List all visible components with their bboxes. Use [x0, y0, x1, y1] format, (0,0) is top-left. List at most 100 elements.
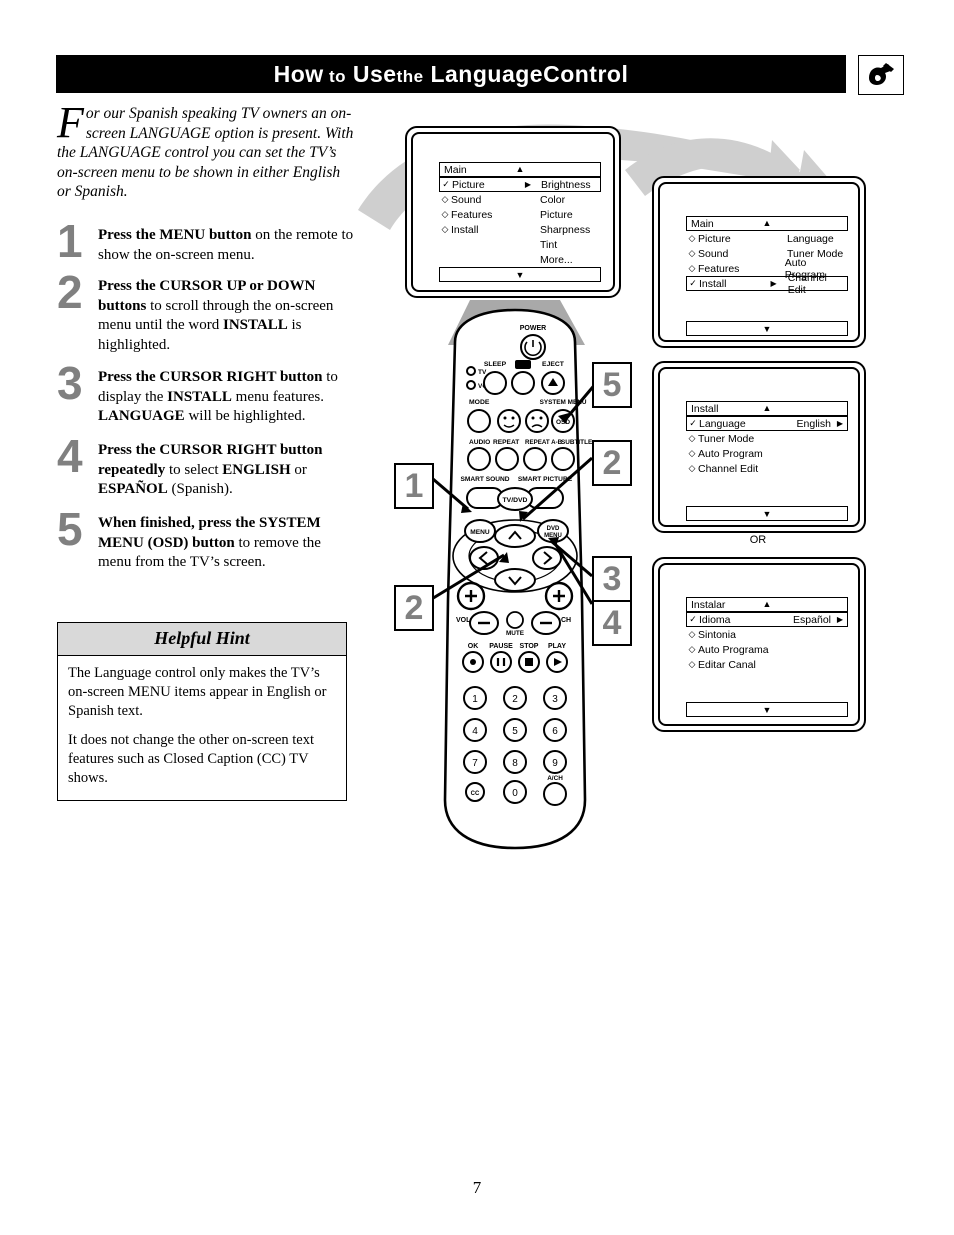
tv-screen-install-english: Install ▲ ✓ Language English ▶ ◇ Tuner M…: [652, 361, 866, 533]
osd-header-bar: Install ▲: [686, 401, 848, 416]
osd-rows: ✓ Language English ▶ ◇ Tuner Mode ◇ Auto…: [686, 416, 848, 476]
remote-label-subtitle: SUBTITLE: [561, 439, 593, 446]
osd-row[interactable]: ◇ Install Sharpness: [439, 222, 601, 237]
osd-row[interactable]: ◇ Sintonia: [686, 627, 848, 642]
osd-row[interactable]: ◇ Sound Color: [439, 192, 601, 207]
osd-row-right: Sharpness: [540, 223, 591, 236]
osd-footer-bar: ▼: [686, 702, 848, 717]
osd-row[interactable]: ◇ Tuner Mode: [686, 431, 848, 446]
osd-footer-bar: ▼: [686, 321, 848, 336]
pause-button: [490, 651, 512, 673]
instruction-steps: 1 Press the MENU button on the remote to…: [57, 218, 357, 587]
remote-label-osd: OSD: [556, 419, 570, 426]
step-number: 2: [57, 266, 83, 318]
cursor-left-button: [469, 546, 499, 570]
diamond-icon: ◇: [441, 209, 449, 219]
stop-icon: [525, 658, 533, 666]
osd-header-label: Install: [691, 402, 719, 415]
osd-row-left: ◇ Sound: [439, 194, 534, 206]
osd-row[interactable]: Tint: [439, 237, 601, 252]
osd-row-label: Sintonia: [698, 628, 736, 641]
step-text: Press the MENU button on the remote to s…: [98, 227, 354, 263]
repeat-ab-button-2: [523, 447, 547, 471]
step-item: 2 Press the CURSOR UP or DOWN buttons to…: [57, 269, 357, 357]
osd-row-left: ✓ Install ▶: [687, 278, 781, 290]
osd-row-left: ◇ Features: [439, 209, 534, 221]
page-title-word-0: How: [273, 60, 324, 87]
diamond-icon: ◇: [688, 644, 696, 654]
helpful-hint-box: Helpful Hint The Language control only m…: [57, 622, 347, 801]
helpful-hint-body: The Language control only makes the TV’s…: [58, 656, 346, 800]
osd-overlay: Main ▲ ◇ Picture Language ◇ Sound Tuner: [686, 216, 848, 336]
osd-row[interactable]: ◇ Auto Program: [686, 446, 848, 461]
remote-label-audio: AUDIO: [469, 439, 490, 446]
keypad-label-2: 2: [512, 694, 518, 705]
step-item: 3 Press the CURSOR RIGHT button to displ…: [57, 360, 357, 430]
step-number: 1: [57, 215, 83, 267]
page-title-word-4: Language: [430, 60, 544, 87]
diamond-icon: ◇: [688, 433, 696, 443]
osd-row[interactable]: ✓ Picture ▶ Brightness: [439, 177, 601, 192]
repeat-button-2: [495, 447, 519, 471]
osd-footer-bar: ▼: [439, 267, 601, 282]
brand-logo: [858, 55, 904, 95]
keypad-label-5: 5: [512, 726, 518, 737]
tv-led-icon: [466, 366, 476, 376]
remote-label-smart-sound: SMART SOUND: [460, 476, 509, 483]
osd-header-bar: Main ▲: [439, 162, 601, 177]
osd-row-label: Picture: [698, 232, 731, 245]
osd-row-label: Idioma: [699, 613, 731, 626]
osd-row[interactable]: ◇ Features Picture: [439, 207, 601, 222]
audio-button: [467, 447, 491, 471]
keypad-label-3: 3: [552, 694, 558, 705]
vcr-led-icon: [466, 380, 476, 390]
keypad-label-8: 8: [512, 758, 518, 769]
remote-label-ch: CH: [561, 617, 571, 624]
tv-screen-main-picture: Main ▲ ✓ Picture ▶ Brightness ◇ Sound Co…: [405, 126, 621, 298]
or-divider: OR: [652, 534, 864, 546]
remote-label-system-menu: SYSTEM MENU: [540, 399, 587, 406]
callout-label: 4: [602, 603, 622, 642]
display-button: [511, 371, 535, 395]
osd-row[interactable]: ✓ Idioma Español ▶: [686, 612, 848, 627]
remote-label-a-ch: A/CH: [547, 775, 563, 782]
step-number: 5: [57, 503, 83, 555]
hint-title-word-0: Helpful: [154, 628, 212, 648]
osd-row-left: ◇ Picture: [686, 233, 781, 245]
display-icon: [515, 360, 531, 369]
remote-label-sleep: SLEEP: [484, 361, 507, 368]
osd-row[interactable]: More...: [439, 252, 601, 267]
step-number: 3: [57, 357, 83, 409]
chevron-right-icon: ▶: [770, 278, 777, 288]
osd-row[interactable]: ◇ Channel Edit: [686, 461, 848, 476]
intro-dropcap: F: [57, 98, 84, 147]
callout-2-right: 2: [592, 440, 632, 486]
osd-row[interactable]: ◇ Auto Programa: [686, 642, 848, 657]
step-text: When finished, press the SYSTEM MENU (OS…: [98, 515, 321, 570]
diamond-icon: ◇: [688, 263, 696, 273]
philips-hook-logo-icon: [866, 62, 896, 88]
osd-header-bar: Main ▲: [686, 216, 848, 231]
repeat-button: [497, 409, 521, 433]
tv-bezel-inner: Main ▲ ◇ Picture Language ◇ Sound Tuner: [658, 182, 860, 342]
hint-paragraph: It does not change the other on-screen t…: [68, 732, 315, 786]
tv-bezel-inner: Main ▲ ✓ Picture ▶ Brightness ◇ Sound Co…: [411, 132, 615, 292]
callout-label: 5: [602, 365, 622, 404]
repeat-ab-button: [525, 409, 549, 433]
remote-label-vol: VOL: [456, 617, 471, 624]
osd-row-label: Language: [699, 417, 746, 430]
osd-row-right: Picture: [540, 208, 573, 221]
osd-row-label: Features: [698, 262, 740, 275]
step-text: Press the CURSOR UP or DOWN buttons to s…: [98, 278, 334, 353]
osd-row-value: English: [796, 417, 831, 430]
diamond-icon: ◇: [688, 448, 696, 458]
osd-row-label: Tuner Mode: [698, 432, 755, 445]
subtitle-button: [551, 447, 575, 471]
osd-row[interactable]: ◇ Picture Language: [686, 231, 848, 246]
osd-row[interactable]: ✓ Install ▶ Channel Edit: [686, 272, 848, 296]
osd-row[interactable]: ✓ Language English ▶: [686, 416, 848, 431]
osd-row[interactable]: ◇ Editar Canal: [686, 657, 848, 672]
page-title-word-2: Use: [352, 60, 397, 87]
check-icon: ✓: [689, 418, 697, 428]
diamond-icon: ◇: [441, 194, 449, 204]
